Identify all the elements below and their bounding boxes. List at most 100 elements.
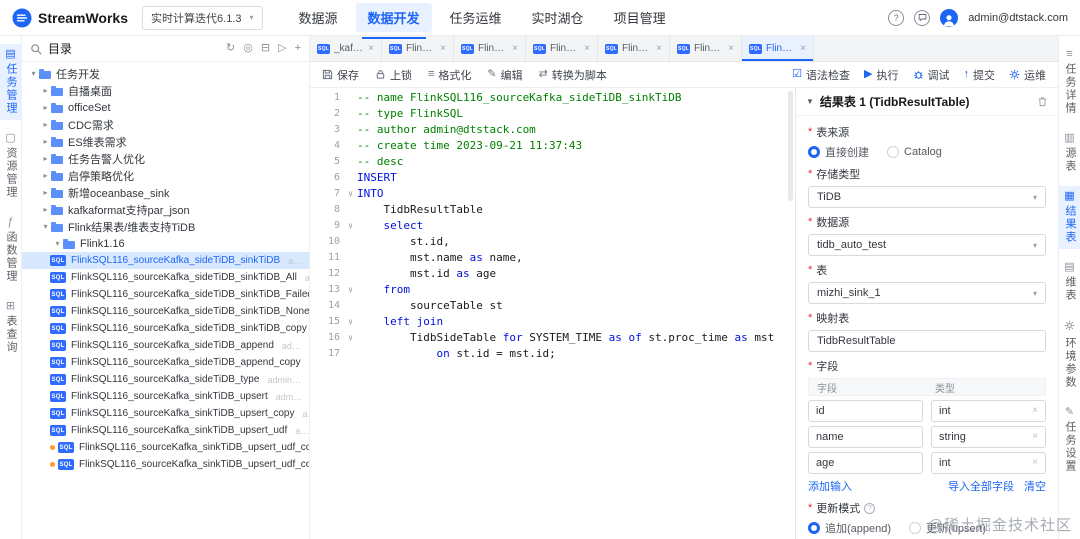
tree-folder-row[interactable]: ▾ 任务开发 <box>22 65 309 82</box>
chevron-right-icon[interactable]: ▸ <box>40 205 51 214</box>
datasource-select[interactable]: tidb_auto_test ▾ <box>808 234 1046 256</box>
toolbar-ops-button[interactable]: 运维 <box>1009 67 1046 83</box>
toolbar-format-button[interactable]: ≡ 格式化 <box>428 67 471 83</box>
chevron-down-icon[interactable]: ▾ <box>52 239 63 248</box>
fold-icon[interactable]: ∨ <box>344 330 357 346</box>
nav-tab-data-source[interactable]: 数据源 <box>287 3 350 32</box>
search-icon[interactable] <box>30 43 42 55</box>
close-icon[interactable]: × <box>512 43 518 54</box>
toolbar-save-button[interactable]: 保存 <box>322 67 359 83</box>
chevron-right-icon[interactable]: ▸ <box>40 171 51 180</box>
avatar[interactable] <box>940 8 959 27</box>
chevron-right-icon[interactable]: ▸ <box>40 154 51 163</box>
tree-task-row[interactable]: SQL FlinkSQL116_sourceKafka_sideTiDB_sink… <box>22 252 309 269</box>
left-rail-tab-task-manage[interactable]: ▤ 任务管理 <box>0 44 22 120</box>
add-icon[interactable]: + <box>295 43 301 54</box>
editor-tab-7[interactable]: SQL FlinkSQL116_sour... × <box>742 36 814 61</box>
result-table-panel-header[interactable]: ▼ 结果表 1 (TidbResultTable) <box>796 88 1058 116</box>
right-rail-tab-env-params[interactable]: 环境参数 <box>1059 315 1080 394</box>
close-icon[interactable]: × <box>656 43 662 54</box>
message-icon[interactable] <box>914 9 931 26</box>
editor-scrollbar[interactable] <box>788 91 793 201</box>
clear-icon[interactable]: × <box>1032 406 1038 416</box>
tree-folder-row[interactable]: ▸ CDC需求 <box>22 116 309 133</box>
add-field-link[interactable]: 添加输入 <box>808 478 852 494</box>
left-rail-tab-function-manage[interactable]: ƒ 函数管理 <box>0 212 22 288</box>
fold-icon[interactable]: ∨ <box>344 186 357 202</box>
close-icon[interactable]: × <box>440 43 446 54</box>
nav-tab-realtime-lake[interactable]: 实时湖仓 <box>520 3 596 32</box>
editor-tab-4[interactable]: SQL FlinkSQL116_sour... × <box>526 36 598 61</box>
tree-task-row[interactable]: SQL FlinkSQL116_sourceKafka_sinkTiDB_upse… <box>22 422 309 439</box>
toolbar-syntax-check-button[interactable]: ☑ 语法检查 <box>792 67 850 83</box>
table-source-option[interactable]: Catalog <box>887 146 942 158</box>
nav-tab-data-develop[interactable]: 数据开发 <box>355 3 432 39</box>
editor-tab-3[interactable]: SQL FlinkSQL116_sour... × <box>454 36 526 61</box>
editor-tab-1[interactable]: SQL _kafka_mysql_... × <box>310 36 382 61</box>
chevron-right-icon[interactable]: ▸ <box>40 137 51 146</box>
close-icon[interactable]: × <box>584 43 590 54</box>
help-icon[interactable]: ? <box>888 9 905 26</box>
tree-folder-row[interactable]: ▸ 任务告警人优化 <box>22 150 309 167</box>
storage-type-select[interactable]: TiDB ▾ <box>808 186 1046 208</box>
delete-table-icon[interactable] <box>1037 96 1048 107</box>
tree-folder-row[interactable]: ▾ Flink结果表/维表支持TiDB <box>22 218 309 235</box>
chevron-right-icon[interactable]: ▸ <box>40 188 51 197</box>
tree-folder-row[interactable]: ▸ 自播桌面 <box>22 82 309 99</box>
editor-tab-5[interactable]: SQL FlinkSQL116_sou... × <box>598 36 670 61</box>
close-icon[interactable]: × <box>728 43 734 54</box>
editor-tab-6[interactable]: SQL FlinkSQL116_sour... × <box>670 36 742 61</box>
refresh-icon[interactable]: ↻ <box>226 43 235 54</box>
tree-task-row[interactable]: SQL FlinkSQL116_sourceKafka_sinkTiDB_upse… <box>22 456 309 473</box>
collapse-caret-icon[interactable]: ▼ <box>806 97 814 106</box>
nav-tab-task-ops[interactable]: 任务运维 <box>438 3 514 32</box>
toolbar-submit-button[interactable]: ↑ 提交 <box>964 67 996 83</box>
close-icon[interactable]: × <box>368 43 374 54</box>
chevron-right-icon[interactable]: ▸ <box>40 103 51 112</box>
collapse-all-icon[interactable]: ⊟ <box>261 43 270 54</box>
right-rail-tab-source-table[interactable]: ▥ 源表 <box>1059 128 1080 178</box>
table-source-option[interactable]: 直接创建 <box>808 144 869 160</box>
send-icon[interactable]: ▷ <box>278 43 286 54</box>
right-rail-tab-task-detail[interactable]: ≡ 任务详情 <box>1059 44 1080 120</box>
tree-task-row[interactable]: SQL FlinkSQL116_sourceKafka_sideTiDB_sink… <box>22 320 309 337</box>
tree-folder-row[interactable]: ▸ ES维表需求 <box>22 133 309 150</box>
left-rail-tab-table-query[interactable]: ⊞ 表查询 <box>0 296 22 359</box>
tree-task-row[interactable]: SQL FlinkSQL116_sourceKafka_sinkTiDB_upse… <box>22 388 309 405</box>
chevron-right-icon[interactable]: ▸ <box>40 86 51 95</box>
fold-icon[interactable]: ∨ <box>344 282 357 298</box>
mapping-table-input[interactable]: TidbResultTable <box>808 330 1046 352</box>
field-type-select[interactable]: int × <box>931 400 1046 422</box>
import-all-fields-link[interactable]: 导入全部字段 <box>948 478 1014 494</box>
tree-task-row[interactable]: SQL FlinkSQL116_sourceKafka_sinkTiDB_upse… <box>22 405 309 422</box>
field-type-select[interactable]: string × <box>931 426 1046 448</box>
tree-folder-row[interactable]: ▸ kafkaformat支持par_json <box>22 201 309 218</box>
tree-task-row[interactable]: SQL FlinkSQL116_sourceKafka_sideTiDB_sink… <box>22 269 309 286</box>
code-editor[interactable]: 1 -- name FlinkSQL116_sourceKafka_sideTiD… <box>310 88 795 539</box>
clear-icon[interactable]: × <box>1032 432 1038 442</box>
toolbar-lock-button[interactable]: 上锁 <box>375 67 412 83</box>
toolbar-to-script-button[interactable]: ⇄ 转换为脚本 <box>539 67 607 83</box>
tree-task-row[interactable]: SQL FlinkSQL116_sourceKafka_sideTiDB_appe… <box>22 354 309 371</box>
tree-task-row[interactable]: SQL FlinkSQL116_sourceKafka_sinkTiDB_upse… <box>22 439 309 456</box>
chevron-right-icon[interactable]: ▸ <box>40 120 51 129</box>
toolbar-debug-button[interactable]: 调试 <box>913 67 950 83</box>
right-rail-tab-side-table[interactable]: ▤ 维表 <box>1059 257 1080 307</box>
chevron-down-icon[interactable]: ▾ <box>40 222 51 231</box>
field-type-select[interactable]: int × <box>931 452 1046 474</box>
left-rail-tab-resource-manage[interactable]: ▢ 资源管理 <box>0 128 22 204</box>
tree-task-row[interactable]: SQL FlinkSQL116_sourceKafka_sideTiDB_sink… <box>22 286 309 303</box>
field-name-input[interactable]: name <box>808 426 923 448</box>
fold-icon[interactable]: ∨ <box>344 218 357 234</box>
locate-icon[interactable]: ◎ <box>243 43 253 54</box>
chevron-down-icon[interactable]: ▾ <box>28 69 39 78</box>
field-name-input[interactable]: age <box>808 452 923 474</box>
field-name-input[interactable]: id <box>808 400 923 422</box>
table-select[interactable]: mizhi_sink_1 ▾ <box>808 282 1046 304</box>
tree-task-row[interactable]: SQL FlinkSQL116_sourceKafka_sideTiDB_sink… <box>22 303 309 320</box>
tree-task-row[interactable]: SQL FlinkSQL116_sourceKafka_sideTiDB_appe… <box>22 337 309 354</box>
close-icon[interactable]: × <box>800 43 806 54</box>
fold-icon[interactable]: ∨ <box>344 314 357 330</box>
tree-folder-row[interactable]: ▸ officeSet <box>22 99 309 116</box>
toolbar-run-button[interactable]: ▶ 执行 <box>864 67 898 83</box>
